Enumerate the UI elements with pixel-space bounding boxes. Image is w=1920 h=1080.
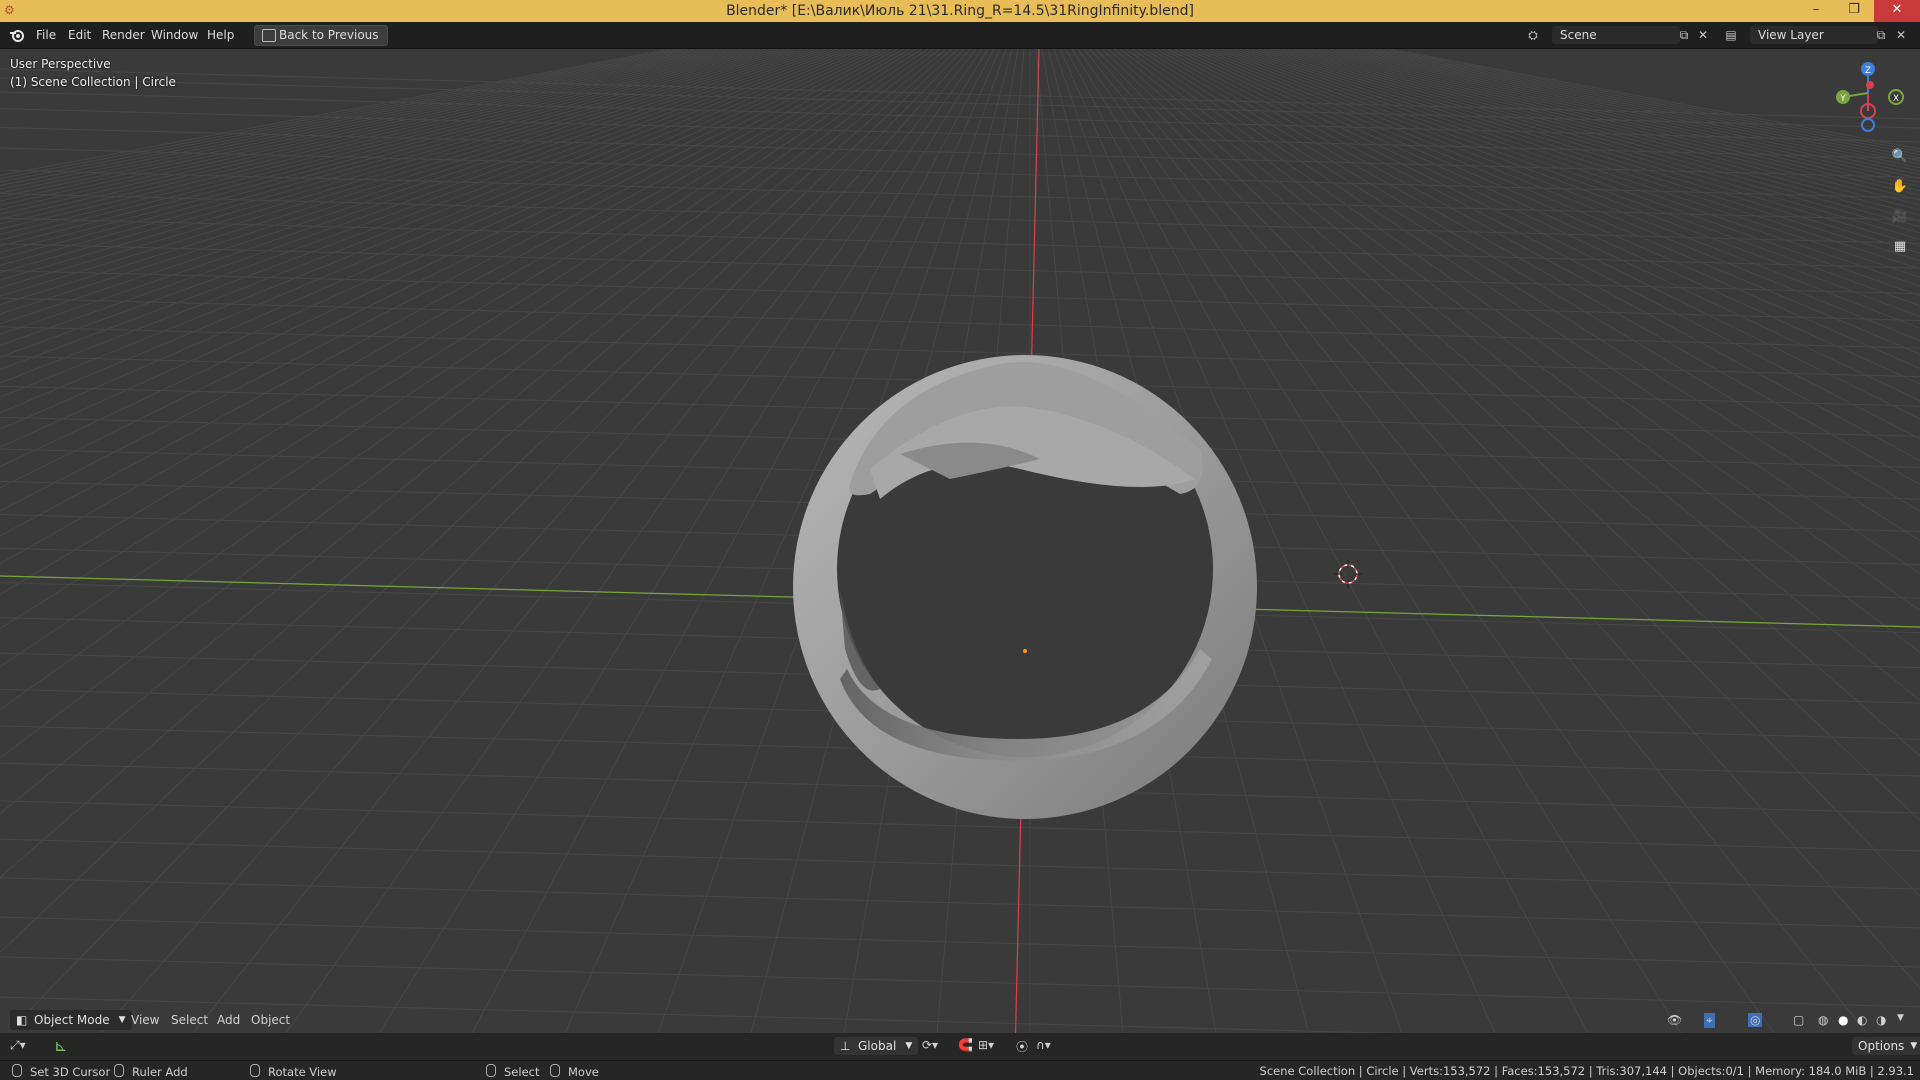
proportional-edit-icon[interactable]: ⦿ bbox=[1016, 1038, 1028, 1055]
wireframe-shading-icon[interactable]: ◍ bbox=[1818, 1013, 1828, 1027]
mouse-drag-icon bbox=[550, 1064, 560, 1077]
material-shading-icon[interactable]: ◐ bbox=[1857, 1013, 1867, 1027]
object-origin bbox=[1023, 649, 1027, 653]
ring-mesh bbox=[793, 355, 1257, 819]
viewport-grid bbox=[0, 49, 1920, 1056]
tool-settings-bar: ⤢▾ ⊾ ⊥ Global ▼ ⟳▾ 🧲 ⊞▾ ⦿ ∩▾ Options ▼ bbox=[0, 1033, 1920, 1060]
chevron-down-icon: ▼ bbox=[905, 1041, 913, 1051]
pan-hand-icon[interactable]: ✋ bbox=[1888, 175, 1912, 199]
svg-text:Z: Z bbox=[1865, 66, 1871, 76]
view-layer-field[interactable]: View Layer bbox=[1750, 26, 1878, 44]
scene-field[interactable]: Scene bbox=[1552, 26, 1680, 44]
new-view-layer-icon[interactable]: ⧉ bbox=[1874, 28, 1888, 42]
options-dropdown[interactable]: Options ▼ bbox=[1852, 1037, 1920, 1055]
ortho-grid-icon[interactable]: ▦ bbox=[1888, 235, 1912, 259]
status-ruler-add: Ruler Add bbox=[114, 1064, 188, 1079]
navigation-gizmo[interactable]: Z Y X bbox=[1828, 53, 1908, 133]
menu-edit[interactable]: Edit bbox=[68, 28, 91, 42]
transform-orientation-dropdown[interactable]: ⊥ Global ▼ bbox=[834, 1037, 919, 1055]
back-to-previous-label: Back to Previous bbox=[279, 28, 379, 42]
window-title: Blender* [E:\Валик\Июль 21\31.Ring_R=14.… bbox=[726, 3, 1194, 19]
object-mode-label: Object Mode bbox=[34, 1013, 110, 1027]
pivot-point-icon[interactable]: ⟳▾ bbox=[922, 1038, 938, 1052]
new-scene-icon[interactable]: ⧉ bbox=[1677, 28, 1691, 42]
view-layer-name: View Layer bbox=[1758, 28, 1824, 42]
zoom-icon[interactable]: 🔍 bbox=[1888, 145, 1912, 169]
blender-logo-icon[interactable] bbox=[9, 27, 25, 43]
chevron-down-icon: ▼ bbox=[118, 1015, 126, 1025]
delete-view-layer-icon[interactable]: ✕ bbox=[1894, 28, 1908, 42]
menu-render[interactable]: Render bbox=[102, 28, 145, 42]
add-menu[interactable]: Add bbox=[217, 1013, 240, 1027]
back-to-previous-button[interactable]: Back to Previous bbox=[254, 25, 388, 46]
view-layer-icon[interactable]: ▤ bbox=[1724, 28, 1738, 42]
object-mode-icon: ◧ bbox=[16, 1013, 28, 1027]
gizmo-toggle-icon[interactable]: ⌖ bbox=[1704, 1013, 1715, 1028]
shading-dropdown-icon[interactable]: ▼ bbox=[1897, 1013, 1904, 1023]
transform-orientation-label: Global bbox=[858, 1039, 897, 1053]
menu-window[interactable]: Window bbox=[151, 28, 198, 42]
chevron-down-icon: ▼ bbox=[1910, 1041, 1918, 1051]
menu-file[interactable]: File bbox=[36, 28, 56, 42]
svg-text:Y: Y bbox=[1839, 94, 1846, 104]
camera-icon[interactable]: 🎥 bbox=[1888, 205, 1912, 229]
snap-icon[interactable]: 🧲 bbox=[958, 1038, 973, 1052]
menu-help[interactable]: Help bbox=[207, 28, 234, 42]
select-menu[interactable]: Select bbox=[171, 1013, 208, 1027]
status-bar: Set 3D Cursor Ruler Add Rotate View Sele… bbox=[0, 1060, 1920, 1080]
xray-icon[interactable]: ▢ bbox=[1793, 1013, 1804, 1027]
close-icon[interactable]: ✕ bbox=[1874, 0, 1920, 22]
status-set-3d-cursor: Set 3D Cursor bbox=[12, 1064, 110, 1079]
mouse-left-icon bbox=[12, 1064, 22, 1077]
snap-target-icon[interactable]: ⊞▾ bbox=[978, 1038, 994, 1052]
mouse-left-icon bbox=[486, 1064, 496, 1077]
minimize-icon[interactable]: – bbox=[1798, 0, 1834, 22]
status-rotate-view: Rotate View bbox=[250, 1064, 337, 1079]
solid-shading-icon[interactable]: ● bbox=[1838, 1013, 1848, 1027]
restore-icon[interactable]: ❐ bbox=[1836, 0, 1872, 22]
options-label: Options bbox=[1858, 1039, 1905, 1053]
back-icon bbox=[262, 29, 276, 42]
top-menubar: File Edit Render Window Help Back to Pre… bbox=[0, 22, 1920, 49]
active-tool-icon[interactable]: ⊾ bbox=[54, 1036, 67, 1055]
falloff-icon[interactable]: ∩▾ bbox=[1036, 1038, 1051, 1052]
object-mode-dropdown[interactable]: ◧ Object Mode ▼ bbox=[10, 1010, 132, 1030]
status-move: Move bbox=[550, 1064, 599, 1079]
overlays-icon[interactable]: ◎ bbox=[1748, 1013, 1763, 1027]
mouse-middle-icon bbox=[250, 1064, 260, 1077]
3d-viewport[interactable]: User Perspective (1) Scene Collection | … bbox=[0, 49, 1920, 1056]
object-menu[interactable]: Object bbox=[251, 1013, 290, 1027]
rendered-shading-icon[interactable]: ◑ bbox=[1876, 1013, 1886, 1027]
view-menu[interactable]: View bbox=[131, 1013, 159, 1027]
editor-type-icon[interactable]: ⤢▾ bbox=[10, 1038, 26, 1053]
collection-label: (1) Scene Collection | Circle bbox=[10, 75, 176, 89]
visibility-icon[interactable]: 👁 bbox=[1667, 1013, 1682, 1027]
scene-statistics: Scene Collection | Circle | Verts:153,57… bbox=[1259, 1064, 1914, 1078]
mouse-drag-icon bbox=[114, 1064, 124, 1077]
scene-icon[interactable]: ⛭ bbox=[1526, 28, 1540, 42]
svg-text:X: X bbox=[1893, 94, 1899, 104]
status-select: Select bbox=[486, 1064, 539, 1079]
scene-name: Scene bbox=[1560, 28, 1597, 42]
perspective-label: User Perspective bbox=[10, 57, 111, 71]
delete-scene-icon[interactable]: ✕ bbox=[1696, 28, 1710, 42]
orientation-icon: ⊥ bbox=[840, 1039, 851, 1053]
window-titlebar: ⚙ Blender* [E:\Валик\Июль 21\31.Ring_R=1… bbox=[0, 0, 1920, 22]
